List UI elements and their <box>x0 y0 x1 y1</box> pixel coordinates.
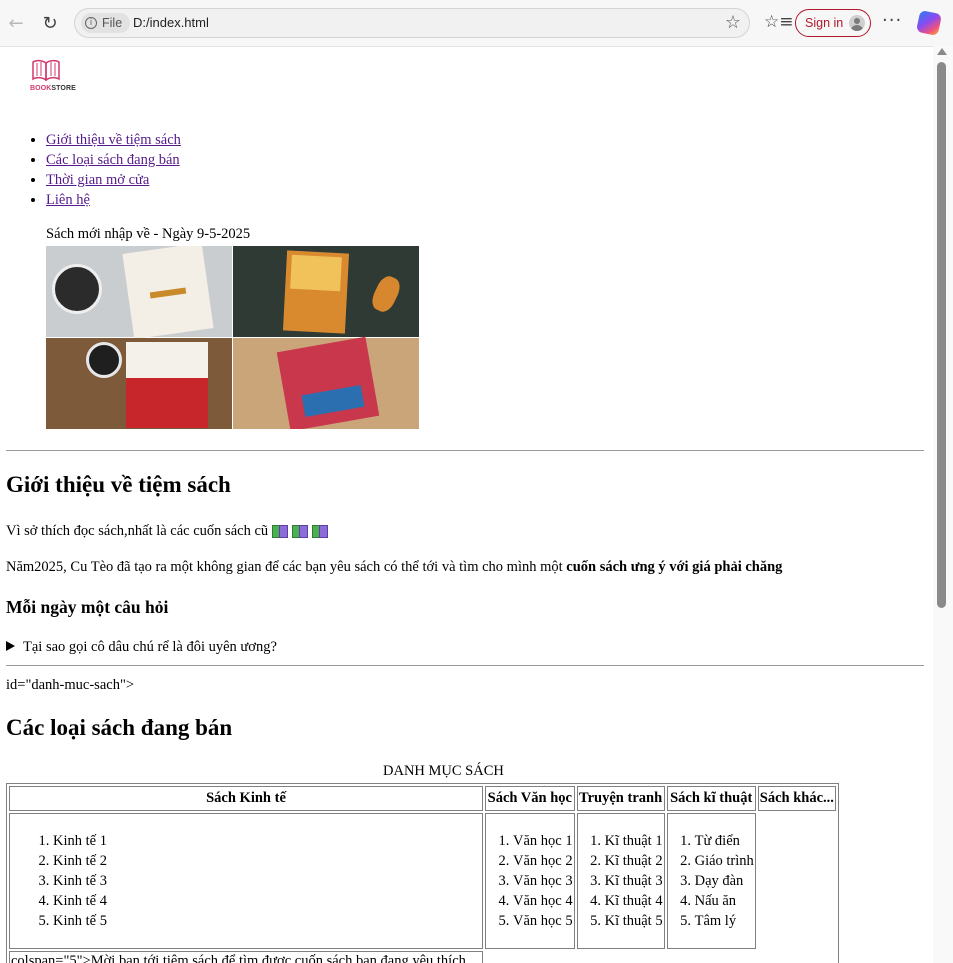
scroll-up-arrow-icon[interactable] <box>937 48 947 55</box>
table-row: Kinh tế 1 Kinh tế 2 Kinh tế 3 Kinh tế 4 … <box>9 813 836 963</box>
header-other: Sách khác... <box>757 786 836 811</box>
table-caption: DANH MỤC SÁCH <box>383 763 504 779</box>
nav-item-catalog: Các loại sách đang bán <box>46 150 181 170</box>
list-item: Kinh tế 3 <box>53 871 481 891</box>
books-icon <box>292 524 309 538</box>
cell-other-empty <box>757 813 836 963</box>
list-item: Văn học 1 <box>513 831 573 851</box>
cell-economics: Kinh tế 1 Kinh tế 2 Kinh tế 3 Kinh tế 4 … <box>9 813 483 949</box>
catalog-table: Sách Kinh tế Sách Văn học Truyện tranh S… <box>6 783 839 963</box>
sign-in-button[interactable]: Sign in <box>795 9 871 37</box>
header-comics: Truyện tranh <box>576 786 665 811</box>
new-arrivals-caption: Sách mới nhập về - Ngày 9-5-2025 <box>46 226 251 242</box>
disclosure-triangle-icon <box>6 641 15 651</box>
catalog-heading: Các loại sách đang bán <box>6 715 233 740</box>
open-book-icon <box>32 59 60 81</box>
list-item: Văn học 2 <box>513 851 573 871</box>
vertical-scrollbar[interactable] <box>933 46 953 963</box>
logo-wordmark: BOOKSTORE <box>30 85 76 92</box>
list-item: Văn học 4 <box>513 891 573 911</box>
divider <box>6 450 924 451</box>
intro-line-2: Năm2025, Cu Tèo đã tạo ra một không gian… <box>6 559 783 575</box>
intro-line-1: Vì sở thích đọc sách,nhất là các cuốn sá… <box>6 523 329 540</box>
list-item: Kĩ thuật 4 <box>605 891 663 911</box>
header-technical: Sách kĩ thuật <box>666 786 756 811</box>
nav-item-intro: Giới thiệu về tiệm sách <box>46 130 181 150</box>
intro-heading: Giới thiệu về tiệm sách <box>6 472 231 497</box>
list-item: Kĩ thuật 1 <box>605 831 663 851</box>
scrollbar-thumb[interactable] <box>937 62 946 608</box>
nav-link-intro[interactable]: Giới thiệu về tiệm sách <box>46 132 181 148</box>
favorites-icon[interactable]: ☆≡ <box>764 12 793 32</box>
list-item: Kinh tế 2 <box>53 851 481 871</box>
list-item: Kinh tế 1 <box>53 831 481 851</box>
bookstore-logo: BOOKSTORE <box>30 59 84 99</box>
sign-in-label: Sign in <box>805 16 844 30</box>
cell-comics: Kĩ thuật 1 Kĩ thuật 2 Kĩ thuật 3 Kĩ thuậ… <box>576 813 665 949</box>
list-item: Kinh tế 5 <box>53 911 481 931</box>
new-books-photo <box>46 246 419 429</box>
footer-cell: colspan="5">Mời bạn tới tiệm sách để tìm… <box>9 951 483 963</box>
table-header-row: Sách Kinh tế Sách Văn học Truyện tranh S… <box>9 786 836 811</box>
header-literature: Sách Văn học <box>485 786 575 811</box>
nav-item-hours: Thời gian mở cửa <box>46 170 181 190</box>
star-icon[interactable]: ☆ <box>725 12 741 33</box>
copilot-icon[interactable] <box>915 9 943 37</box>
list-item: Kĩ thuật 2 <box>605 851 663 871</box>
intro-highlight: cuốn sách ưng ý với giá phải chăng <box>566 559 783 575</box>
list-item: Văn học 3 <box>513 871 573 891</box>
stray-markup-text: id="danh-muc-sach"> <box>6 677 135 693</box>
info-icon: i <box>85 17 97 29</box>
main-nav: Giới thiệu về tiệm sách Các loại sách đa… <box>46 130 181 210</box>
daily-question-summary: Tại sao gọi cô dâu chú rể là đôi uyên ươ… <box>23 639 277 655</box>
nav-link-contact[interactable]: Liên hệ <box>46 192 90 208</box>
list-item: Văn học 5 <box>513 911 573 931</box>
nav-link-catalog[interactable]: Các loại sách đang bán <box>46 152 180 168</box>
nav-item-contact: Liên hệ <box>46 190 181 210</box>
browser-toolbar: ← ↻ i File D:/index.html ☆ ☆≡ Sign in ··… <box>0 0 953 47</box>
url-text[interactable]: D:/index.html <box>133 15 209 30</box>
nav-link-hours[interactable]: Thời gian mở cửa <box>46 172 149 188</box>
site-info-button[interactable]: i File <box>81 13 131 33</box>
cell-literature: Văn học 1 Văn học 2 Văn học 3 Văn học 4 … <box>485 813 575 949</box>
list-item: Tâm lý <box>695 911 754 931</box>
daily-question-toggle[interactable]: Tại sao gọi cô dâu chú rể là đôi uyên ươ… <box>6 639 277 656</box>
list-item: Kinh tế 4 <box>53 891 481 911</box>
list-item: Nấu ăn <box>695 891 754 911</box>
address-bar[interactable]: i File D:/index.html ☆ <box>74 8 750 38</box>
back-arrow-icon[interactable]: ← <box>4 11 28 35</box>
reload-icon[interactable]: ↻ <box>38 11 62 35</box>
header-economics: Sách Kinh tế <box>9 786 483 811</box>
list-item: Từ điển <box>695 831 754 851</box>
books-icon <box>312 524 329 538</box>
more-options-icon[interactable]: ··· <box>882 10 902 31</box>
divider <box>6 665 924 666</box>
list-item: Kĩ thuật 3 <box>605 871 663 891</box>
table-footer-row: colspan="5">Mời bạn tới tiệm sách để tìm… <box>9 951 836 963</box>
list-item: Kĩ thuật 5 <box>605 911 663 931</box>
avatar-icon <box>849 15 866 31</box>
books-icon <box>272 524 289 538</box>
list-item: Dạy đàn <box>695 871 754 891</box>
file-label: File <box>102 16 123 30</box>
daily-question-heading: Mỗi ngày một câu hỏi <box>6 597 169 617</box>
cell-technical: Từ điển Giáo trình Dạy đàn Nấu ăn Tâm lý <box>666 813 756 949</box>
list-item: Giáo trình <box>695 851 754 871</box>
page-content: BOOKSTORE Giới thiệu về tiệm sách Các lo… <box>0 46 933 963</box>
